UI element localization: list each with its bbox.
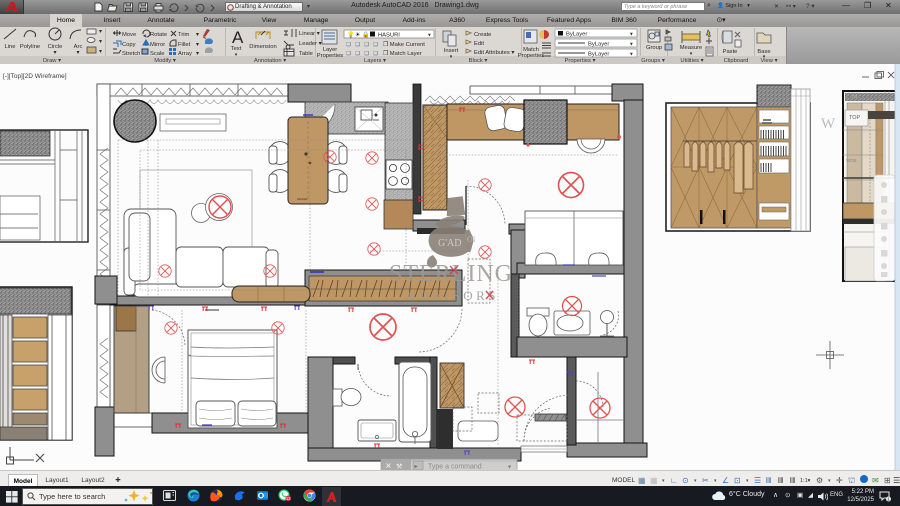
svg-text:❏: ❏	[364, 50, 370, 57]
svg-text:✕: ✕	[385, 462, 392, 471]
svg-text:Copy: Copy	[122, 42, 136, 48]
svg-text:❏: ❏	[346, 41, 352, 48]
svg-text:▾: ▾	[746, 478, 749, 484]
svg-text:⛫: ⛫	[848, 476, 855, 485]
svg-text:⚙: ⚙	[816, 476, 823, 485]
svg-text:Stretch: Stretch	[122, 51, 140, 57]
svg-text:▾: ▾	[630, 52, 633, 58]
svg-text:❏: ❏	[355, 50, 361, 57]
svg-text:☰: ☰	[754, 476, 761, 485]
svg-text:M: M	[852, 94, 858, 100]
svg-text:▾: ▾	[196, 42, 199, 48]
svg-text:W: W	[821, 116, 836, 132]
svg-text:ByLayer: ByLayer	[566, 32, 587, 38]
svg-text:Polyline: Polyline	[20, 44, 40, 50]
svg-text:☰: ☰	[893, 476, 900, 485]
svg-text:∠: ∠	[722, 476, 729, 485]
svg-text:Properties: Properties	[317, 53, 344, 59]
svg-text:▦: ▦	[638, 476, 646, 485]
svg-text:❏: ❏	[373, 41, 379, 48]
svg-text:Fillet: Fillet	[178, 42, 191, 48]
svg-text:▾: ▾	[77, 50, 80, 56]
svg-text:⌀⌀⌀⌀⌀: ⌀⌀⌀⌀⌀	[297, 197, 308, 201]
svg-text:OI: OI	[467, 235, 476, 244]
svg-text:❏: ❏	[355, 41, 361, 48]
svg-text:Mirror: Mirror	[150, 42, 165, 48]
svg-text:Table: Table	[299, 51, 313, 57]
svg-text:∟: ∟	[670, 476, 678, 485]
svg-text:𝍬: 𝍬	[778, 476, 783, 485]
svg-text:❐ Make Current: ❐ Make Current	[383, 41, 425, 48]
svg-text:Dimension: Dimension	[249, 44, 276, 50]
svg-text:Trim: Trim	[178, 32, 190, 38]
svg-text:TOP: TOP	[849, 115, 861, 121]
svg-text:HASURI: HASURI	[378, 33, 400, 39]
svg-text:✉: ✉	[872, 476, 879, 485]
svg-text:G'AD: G'AD	[438, 238, 461, 249]
svg-text:1:1▾: 1:1▾	[800, 478, 811, 484]
svg-text:STERLING: STERLING	[389, 261, 513, 287]
svg-text:12: 12	[286, 496, 291, 501]
svg-text:❏: ❏	[346, 50, 352, 57]
svg-text:Array: Array	[178, 51, 192, 57]
svg-text:ADVISORS: ADVISORS	[406, 288, 499, 303]
svg-text:🔒: 🔒	[362, 31, 369, 39]
svg-text:[-][Top][2D Wireframe]: [-][Top][2D Wireframe]	[3, 73, 67, 80]
svg-text:▾: ▾	[99, 29, 102, 35]
svg-text:Properties: Properties	[518, 53, 545, 59]
svg-text:Edit: Edit	[474, 41, 484, 47]
svg-text:⊞: ⊞	[884, 476, 891, 485]
svg-text:WDB: WDB	[846, 158, 857, 163]
svg-text:Create: Create	[474, 32, 491, 38]
svg-text:▾: ▾	[428, 33, 431, 39]
svg-text:Move: Move	[122, 32, 136, 38]
svg-text:Edit Attributes ▾: Edit Attributes ▾	[474, 50, 514, 56]
svg-text:Paste: Paste	[723, 49, 738, 55]
svg-text:❏: ❏	[373, 50, 379, 57]
svg-text:💡: 💡	[347, 31, 354, 39]
svg-text:MODEL: MODEL	[612, 477, 636, 484]
svg-text:▦: ▦	[650, 476, 658, 485]
svg-text:▾: ▾	[99, 49, 102, 55]
svg-text:▾: ▾	[690, 51, 693, 57]
svg-text:Leader ▾: Leader ▾	[299, 41, 322, 47]
svg-text:⚒: ⚒	[396, 463, 402, 471]
svg-text:Line: Line	[5, 44, 16, 50]
svg-text:𝍬: 𝍬	[790, 476, 795, 485]
svg-text:❏: ❏	[364, 41, 370, 48]
svg-text:✛: ✛	[836, 476, 843, 485]
svg-text:Scale: Scale	[150, 51, 165, 57]
svg-text:☀: ☀	[355, 32, 360, 39]
svg-text:▾: ▾	[99, 39, 102, 45]
svg-text:▾: ▾	[694, 478, 697, 484]
svg-text:⊙: ⊙	[682, 476, 689, 485]
svg-text:✂: ✂	[702, 476, 709, 485]
svg-text:Linear ▾: Linear ▾	[299, 31, 320, 37]
svg-text:▾: ▾	[54, 50, 57, 56]
svg-text:▾: ▾	[662, 478, 665, 484]
svg-text:ByLayer: ByLayer	[588, 52, 609, 58]
svg-text:▾: ▾	[630, 42, 633, 48]
svg-text:▾: ▾	[196, 51, 199, 57]
svg-text:ByLayer: ByLayer	[588, 42, 609, 48]
svg-text:▾: ▾	[196, 32, 199, 38]
svg-text:❐ Match Layer: ❐ Match Layer	[383, 50, 422, 57]
svg-text:▾: ▾	[714, 478, 717, 484]
svg-text:⊡: ⊡	[734, 476, 741, 485]
svg-text:Group: Group	[646, 45, 662, 51]
svg-text:𝍬: 𝍬	[766, 476, 771, 485]
svg-text:A: A	[232, 28, 244, 47]
svg-text:Rotate: Rotate	[150, 32, 167, 38]
svg-text:▾: ▾	[630, 32, 633, 38]
svg-text:▾: ▾	[828, 478, 831, 484]
